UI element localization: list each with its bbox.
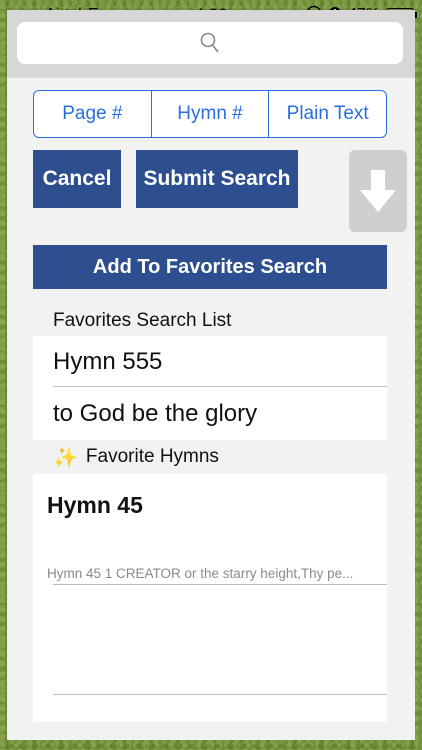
cancel-button[interactable]: Cancel <box>33 150 121 208</box>
favorite-hymn-card[interactable]: Hymn 45 Hymn 45 1 CREATOR or the starry … <box>33 474 387 722</box>
hymn-title: Hymn 45 <box>47 492 143 518</box>
search-input[interactable] <box>17 22 403 64</box>
download-button[interactable] <box>349 150 407 232</box>
search-header <box>7 10 415 78</box>
row-divider <box>53 584 387 585</box>
favorite-hymns-label: Favorite Hymns <box>85 446 219 467</box>
hymn-snippet: Hymn 45 1 CREATOR or the starry height,T… <box>47 566 354 581</box>
row-divider <box>53 386 387 387</box>
search-panel: Page # Hymn # Plain Text Cancel Submit S… <box>7 10 415 740</box>
segment-page-number[interactable]: Page # <box>34 91 152 137</box>
download-arrow-icon <box>360 170 396 212</box>
search-mode-segmented-control: Page # Hymn # Plain Text <box>33 90 387 138</box>
row-divider <box>53 694 387 695</box>
list-item[interactable]: Hymn 555 <box>33 336 387 388</box>
segment-plain-text[interactable]: Plain Text <box>269 91 386 137</box>
add-to-favorites-button[interactable]: Add To Favorites Search <box>33 245 387 289</box>
submit-search-button[interactable]: Submit Search <box>136 150 298 208</box>
list-item[interactable]: to God be the glory <box>33 388 387 440</box>
favorite-hymns-header: ✨ Favorite Hymns <box>33 440 387 474</box>
sparkle-icon: ✨ <box>53 446 78 469</box>
segment-hymn-number[interactable]: Hymn # <box>152 91 270 137</box>
favorites-list-header: Favorites Search List <box>33 304 387 338</box>
search-icon <box>200 32 219 53</box>
